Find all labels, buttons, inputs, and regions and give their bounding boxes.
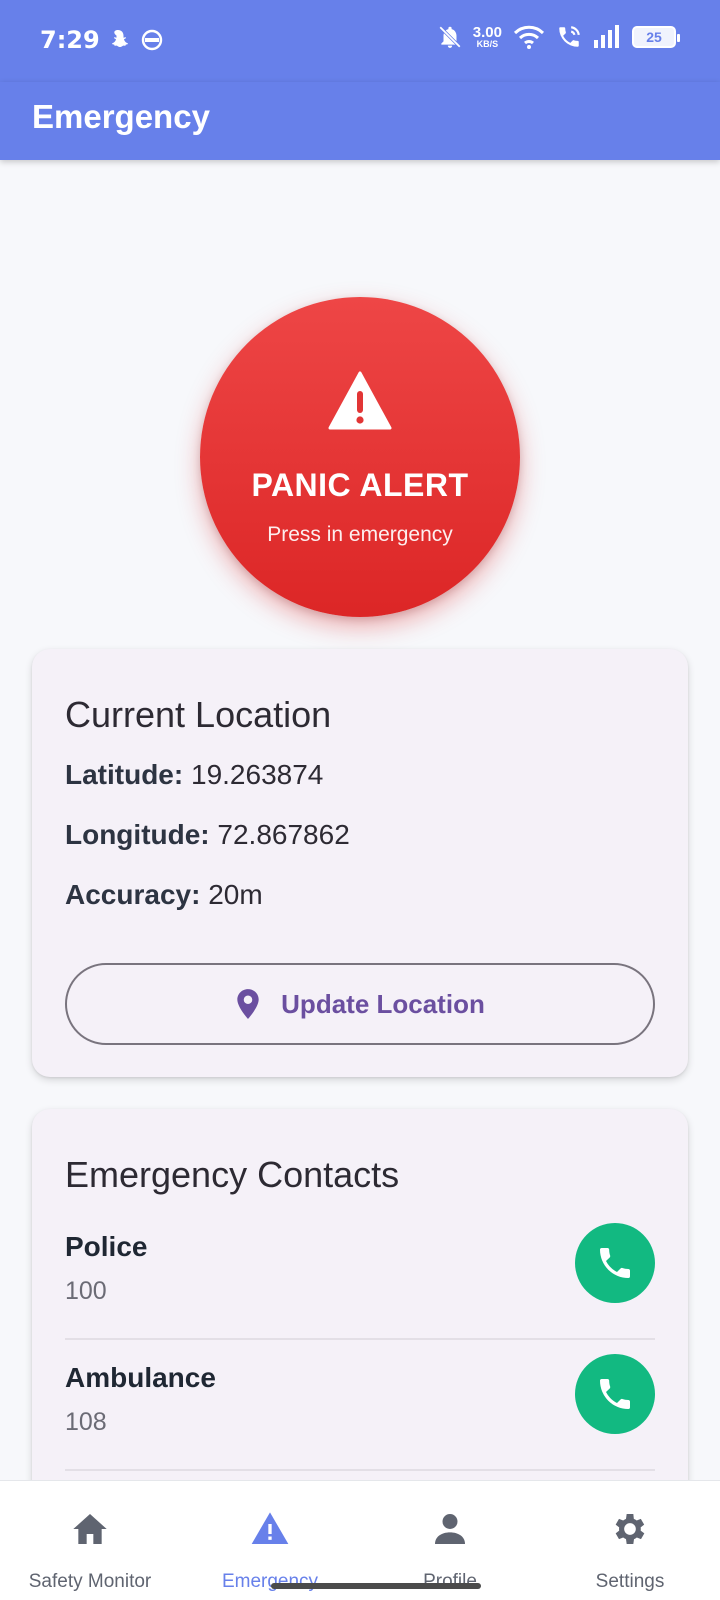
- status-time: 7:29: [40, 26, 100, 54]
- longitude-label: Longitude:: [65, 819, 210, 850]
- nav-label: Emergency: [221, 1571, 319, 1592]
- wifi-icon: [513, 25, 545, 49]
- accuracy-row: Accuracy: 20m: [65, 879, 263, 911]
- latitude-row: Latitude: 19.263874: [65, 759, 323, 791]
- location-card-title: Current Location: [65, 694, 332, 735]
- battery-level: 25: [646, 29, 662, 45]
- net-speed-unit: KB/S: [476, 39, 499, 49]
- accuracy-value: 20m: [208, 879, 263, 910]
- net-speed-value: 3.00: [472, 24, 502, 41]
- update-location-button[interactable]: Update Location: [65, 963, 655, 1045]
- page-title: Emergency: [32, 98, 210, 135]
- warning-icon: [251, 1512, 289, 1544]
- status-right-icons: 3.00 KB/S 25: [437, 24, 680, 50]
- nav-item-safety-monitor[interactable]: Safety Monitor: [0, 1481, 180, 1600]
- warning-icon: [328, 371, 392, 430]
- home-indicator[interactable]: [271, 1583, 481, 1589]
- panic-subtitle: Press in emergency: [267, 523, 453, 546]
- wifi-calling-icon: [559, 26, 580, 47]
- divider: [65, 1469, 655, 1471]
- call-police-button[interactable]: [575, 1223, 655, 1303]
- nav-label: Profile: [423, 1571, 477, 1592]
- location-pin-icon: [237, 989, 259, 1019]
- contact-number: 100: [65, 1277, 107, 1305]
- nav-label: Settings: [595, 1571, 665, 1592]
- home-icon: [73, 1514, 107, 1544]
- panic-title: PANIC ALERT: [251, 467, 469, 503]
- contact-name: Police: [65, 1231, 148, 1262]
- longitude-row: Longitude: 72.867862: [65, 819, 350, 851]
- contact-item-police: Police 100: [65, 1223, 655, 1361]
- call-ambulance-button[interactable]: [575, 1354, 655, 1434]
- latitude-value: 19.263874: [191, 759, 324, 790]
- battery-icon: 25: [632, 26, 680, 48]
- vpn-icon: [141, 29, 163, 51]
- person-icon: [435, 1514, 465, 1544]
- app-bar: Emergency: [0, 82, 720, 160]
- nav-item-settings[interactable]: Settings: [540, 1481, 720, 1600]
- status-left-icons: [106, 28, 164, 52]
- net-speed: 3.00 KB/S: [473, 25, 502, 49]
- update-location-label: Update Location: [281, 988, 485, 1019]
- phone-icon: [600, 1379, 630, 1409]
- panic-alert-button[interactable]: PANIC ALERT Press in emergency: [200, 297, 520, 617]
- signal-icon: [594, 25, 619, 48]
- bottom-nav: Safety Monitor Emergency Profile Setting…: [0, 1480, 720, 1600]
- bell-off-icon: [438, 26, 461, 48]
- longitude-value: 72.867862: [217, 819, 350, 850]
- status-bar: 7:29 3.00 KB/S 25: [0, 0, 720, 82]
- gear-icon: [615, 1514, 645, 1544]
- phone-icon: [600, 1248, 630, 1278]
- divider: [65, 1338, 655, 1340]
- contact-item-ambulance: Ambulance 108: [65, 1354, 655, 1492]
- contact-number: 108: [65, 1408, 107, 1436]
- location-card: Current Location Latitude: 19.263874 Lon…: [32, 649, 688, 1077]
- snapchat-icon: [112, 30, 128, 47]
- contacts-card-title: Emergency Contacts: [65, 1154, 400, 1195]
- nav-label: Safety Monitor: [28, 1571, 152, 1592]
- contact-name: Ambulance: [65, 1362, 216, 1393]
- latitude-label: Latitude:: [65, 759, 184, 790]
- accuracy-label: Accuracy:: [65, 879, 201, 910]
